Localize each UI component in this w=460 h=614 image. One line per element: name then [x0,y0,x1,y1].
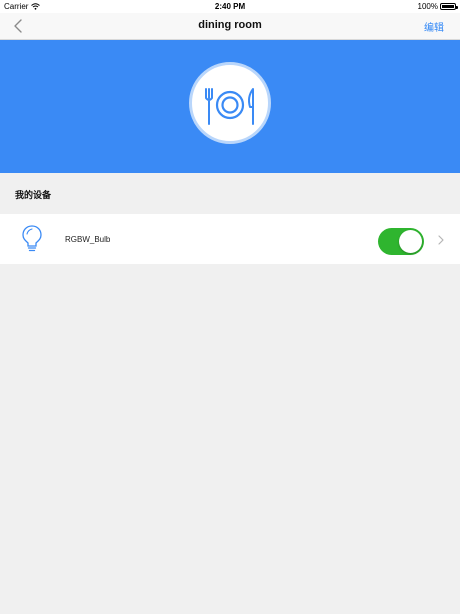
battery-percent: 100% [417,2,438,11]
battery-icon [440,3,458,10]
room-banner [0,40,460,173]
section-header: 我的设备 [0,173,460,214]
room-icon-badge [189,62,271,144]
navigation-bar: dining room 编辑 [0,13,460,40]
battery-indicator: 100% [417,2,458,11]
device-row[interactable]: RGBW_Bulb [0,214,460,264]
page-title: dining room [198,19,262,31]
light-bulb-icon [22,225,42,252]
edit-button[interactable]: 编辑 [424,19,444,34]
chevron-right-icon [438,235,444,245]
status-bar: Carrier 2:40 PM 100% [0,0,460,13]
dining-plate-icon [205,88,254,125]
device-power-toggle[interactable] [378,228,424,255]
device-name: RGBW_Bulb [65,235,111,244]
toggle-knob [399,230,422,253]
section-title: 我的设备 [15,190,52,200]
status-time: 2:40 PM [214,2,246,11]
